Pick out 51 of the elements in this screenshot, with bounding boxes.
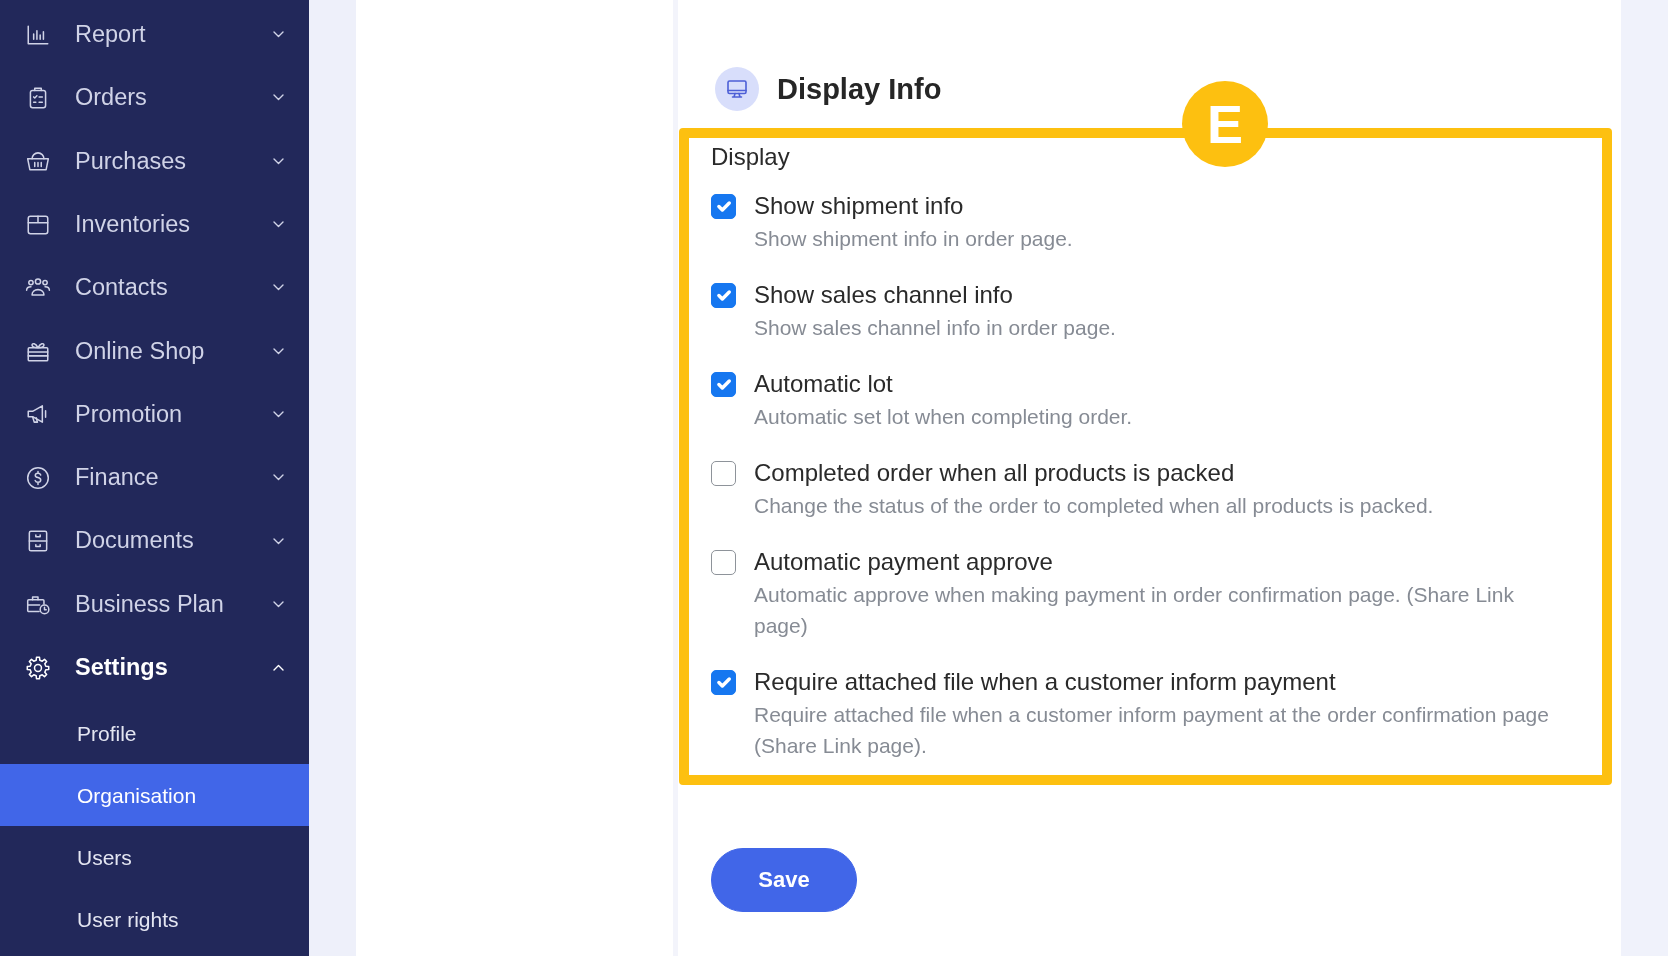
option-title: Automatic lot: [754, 369, 894, 399]
sidebar-item[interactable]: Contacts: [0, 256, 309, 320]
option-title: Show shipment info: [754, 191, 965, 221]
chevron-down-icon: [273, 94, 284, 102]
monitor-icon: [715, 67, 759, 111]
chevron-down-icon: [273, 410, 284, 418]
sidebar-subitem[interactable]: Profile: [0, 702, 309, 765]
chevron-down-icon: [273, 31, 284, 39]
sidebar-item[interactable]: Purchases: [0, 129, 309, 193]
group-label: Display: [711, 142, 791, 172]
chevron-down-icon: [273, 157, 284, 165]
checkbox[interactable]: [711, 372, 736, 397]
option-title: Automatic payment approve: [754, 547, 1054, 577]
sidebar-item[interactable]: Promotion: [0, 382, 309, 447]
callout-marker: E: [1182, 81, 1268, 167]
sidebar-item[interactable]: Finance: [0, 446, 309, 510]
dollar-coin-icon: [25, 464, 51, 491]
chevron-down-icon: [273, 474, 284, 482]
chevron-down-icon: [273, 347, 284, 355]
option-description: Require attached file when a customer inform payment at the order confirmation page (Share Link page).: [754, 701, 1550, 759]
sidebar-item[interactable]: Documents: [0, 509, 309, 573]
section-title: Display Info: [777, 72, 942, 107]
sidebar-item[interactable]: Inventories: [0, 192, 309, 257]
checkbox[interactable]: [711, 550, 736, 575]
chevron-down-icon: [273, 221, 284, 229]
sidebar-item[interactable]: Settings: [0, 635, 309, 700]
chevron-down-icon: [273, 284, 284, 292]
chevron-up-icon: [273, 664, 284, 672]
option-description: Show shipment info in order page.: [754, 225, 1074, 252]
checkbox[interactable]: [711, 670, 736, 695]
sidebar-item[interactable]: Business Plan: [0, 572, 309, 636]
sidebar-subitem[interactable]: Users: [0, 826, 309, 889]
settings-icon: [25, 654, 51, 681]
sidebar-item[interactable]: Orders: [0, 66, 309, 130]
chevron-down-icon: [273, 600, 284, 608]
sidebar-subitem[interactable]: Organisation: [0, 764, 309, 827]
checkbox[interactable]: [711, 461, 736, 486]
chevron-down-icon: [273, 537, 284, 545]
sidebar-item[interactable]: Online Shop: [0, 319, 309, 383]
option-title: Require attached file when a customer inform payment: [754, 667, 1337, 697]
option-description: Change the status of the order to completed when all products is packed.: [754, 492, 1435, 519]
option-title: Completed order when all products is packed: [754, 458, 1236, 488]
save-button[interactable]: Save: [711, 847, 857, 912]
checkbox[interactable]: [711, 194, 736, 219]
option-description: Automatic set lot when completing order.: [754, 403, 1134, 430]
checkbox[interactable]: [711, 283, 736, 308]
sidebar-subitem[interactable]: User rights: [0, 888, 309, 951]
sidebar-item[interactable]: Report: [0, 3, 309, 67]
option-description: Show sales channel info in order page.: [754, 314, 1117, 341]
option-title: Show sales channel info: [754, 280, 1014, 310]
option-description: Automatic approve when making payment in order confirmation page. (Share Link page): [754, 581, 1515, 639]
